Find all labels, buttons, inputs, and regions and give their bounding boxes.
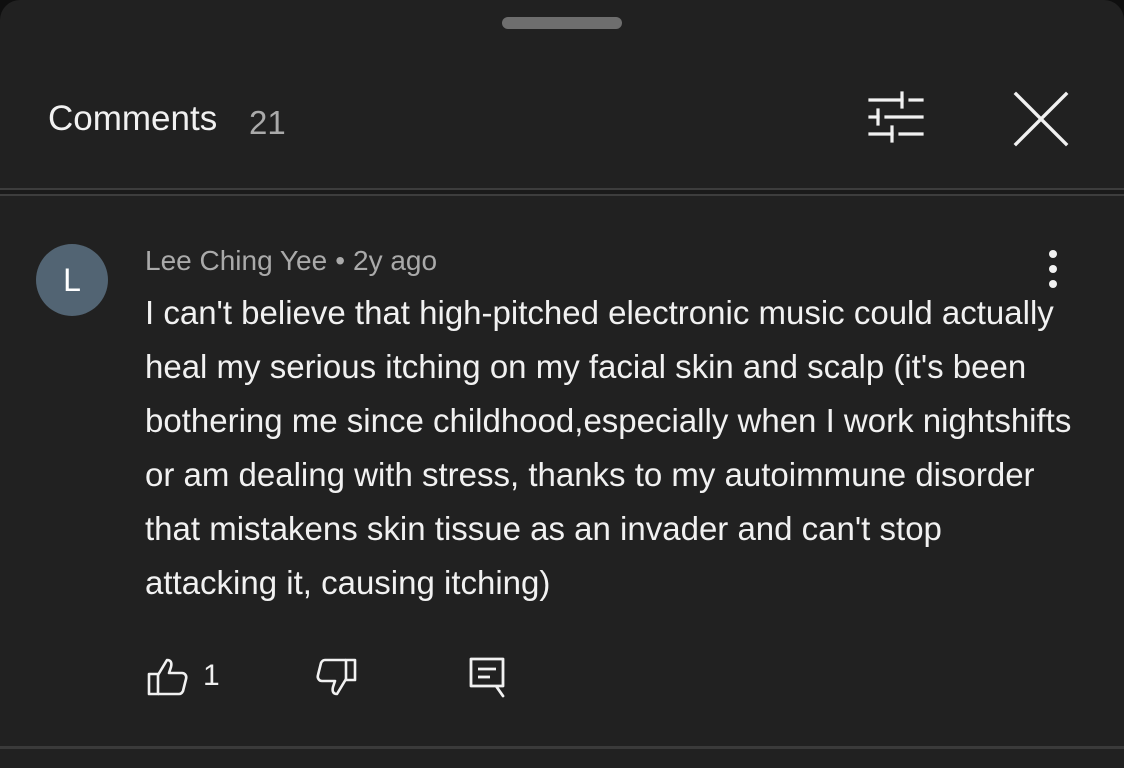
drag-handle[interactable] <box>502 17 622 29</box>
comments-panel: Comments 21 L Lee Ching Yee • 2y ago I can… <box>0 0 1124 768</box>
reply-icon[interactable] <box>466 654 508 700</box>
header-divider <box>0 188 1124 196</box>
comment-time: 2y ago <box>353 245 438 276</box>
panel-title: Comments <box>48 99 218 138</box>
comment-divider <box>0 746 1124 749</box>
thumbs-up-icon[interactable] <box>144 654 190 700</box>
comment-count: 21 <box>249 104 286 141</box>
like-count: 1 <box>203 659 220 692</box>
thumbs-down-icon[interactable] <box>314 654 360 700</box>
meta-separator: • <box>335 245 345 276</box>
close-icon[interactable] <box>1008 86 1074 152</box>
comment-text: I can't believe that high-pitched electr… <box>145 294 1072 601</box>
comment-meta: Lee Ching Yee • 2y ago <box>145 243 437 279</box>
avatar[interactable]: L <box>36 244 108 316</box>
comment-author[interactable]: Lee Ching Yee <box>145 245 327 276</box>
sliders-icon[interactable] <box>862 88 930 146</box>
